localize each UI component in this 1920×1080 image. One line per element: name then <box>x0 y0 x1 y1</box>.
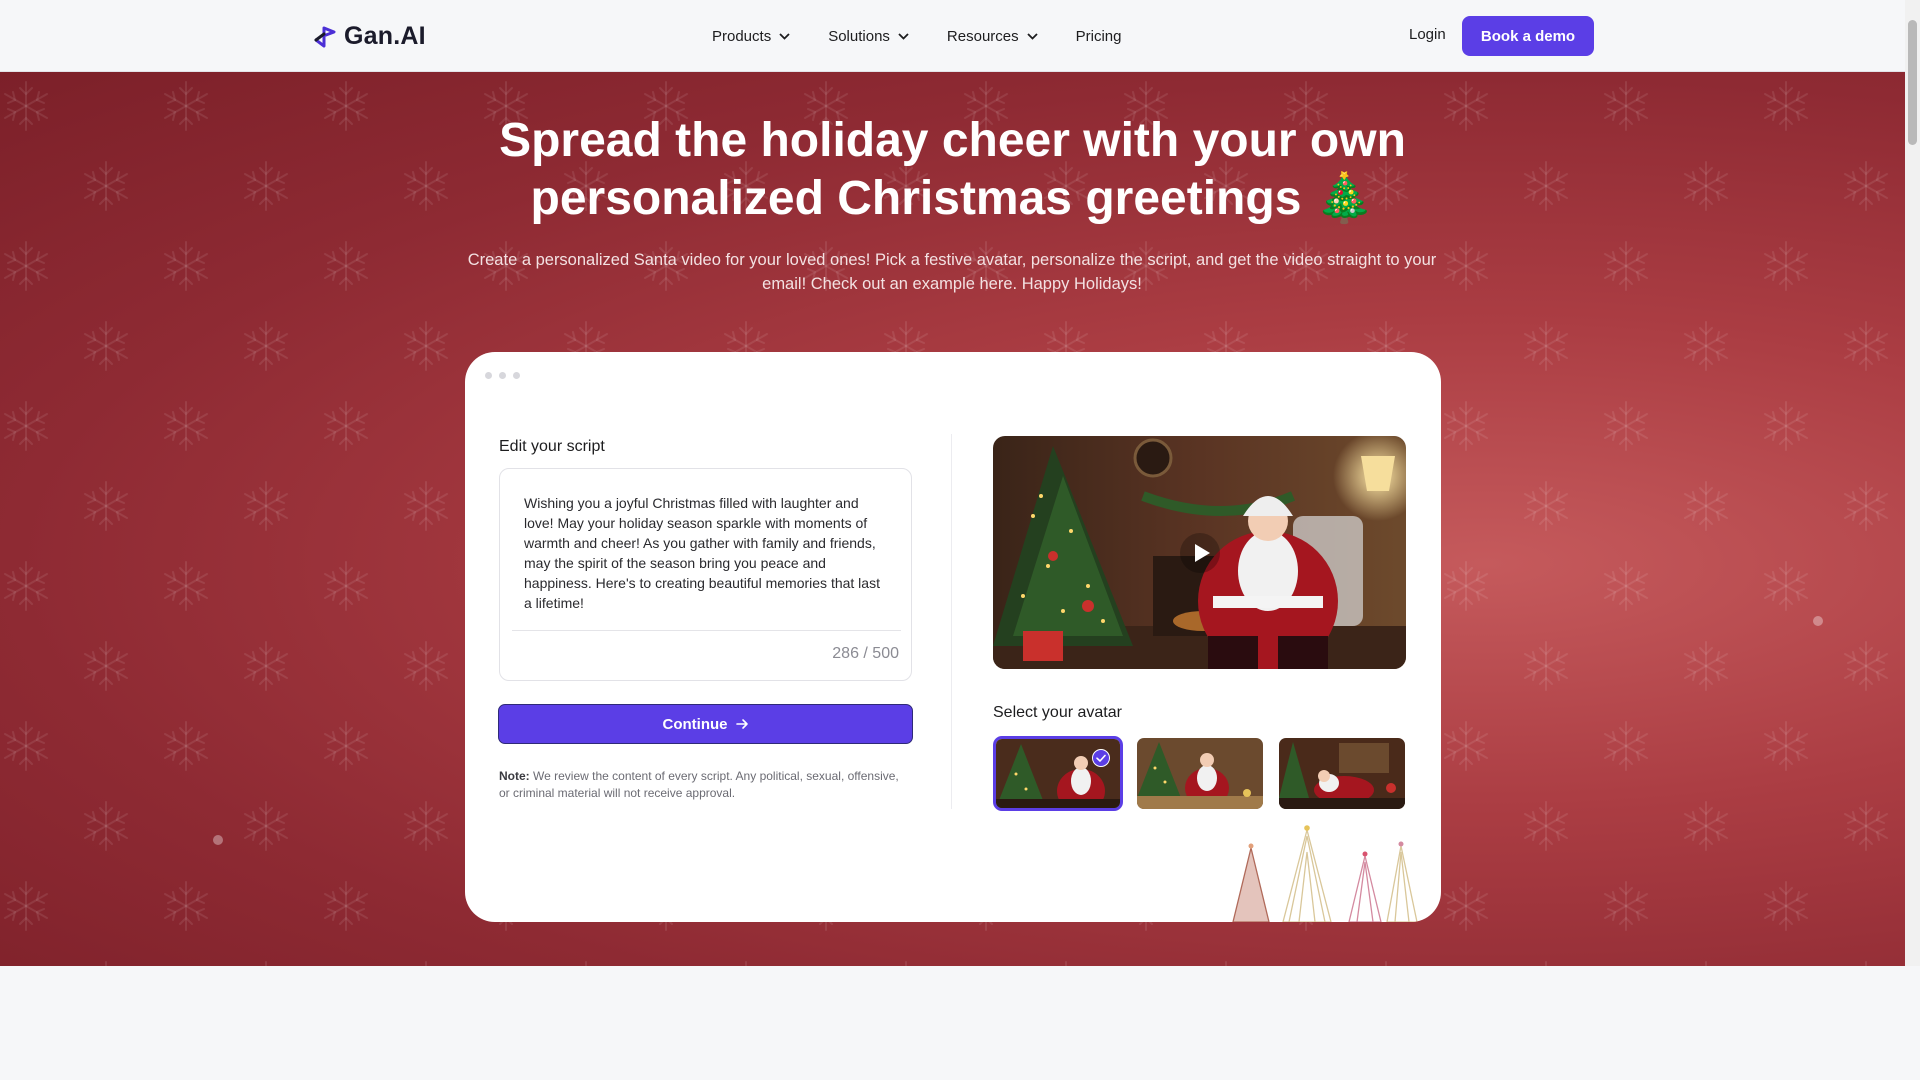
hero-section: Spread the holiday cheer with your own p… <box>0 72 1905 966</box>
avatar-picker <box>993 736 1407 811</box>
chevron-down-icon <box>779 32 790 40</box>
christmas-tree-icon <box>1232 825 1418 922</box>
nav-solutions-label: Solutions <box>828 27 890 45</box>
review-note: Note: We review the content of every scr… <box>499 768 899 802</box>
check-icon <box>1092 749 1110 767</box>
nav-solutions[interactable]: Solutions <box>828 28 909 45</box>
window-dot <box>513 372 520 379</box>
page-scrollbar[interactable] <box>1905 0 1920 966</box>
avatar-option-1[interactable] <box>993 736 1123 811</box>
book-demo-button[interactable]: Book a demo <box>1462 16 1594 56</box>
chevron-down-icon <box>1026 32 1038 40</box>
character-counter: 286 / 500 <box>832 645 899 662</box>
nav-products-label: Products <box>712 27 772 45</box>
nav-resources[interactable]: Resources <box>947 28 1038 45</box>
nav-pricing[interactable]: Pricing <box>1076 28 1122 45</box>
window-dots <box>485 372 520 379</box>
arrow-right-icon <box>735 719 748 729</box>
nav-resources-label: Resources <box>946 27 1019 45</box>
avatar-option-3[interactable] <box>1277 736 1407 811</box>
brand-name: Gan.AI <box>344 22 426 50</box>
script-textarea[interactable]: Wishing you a joyful Christmas filled wi… <box>524 493 889 613</box>
hero-title-line-1: Spread the holiday cheer with your own <box>499 114 1406 167</box>
nav-products[interactable]: Products <box>712 28 790 45</box>
script-editor[interactable]: Wishing you a joyful Christmas filled wi… <box>499 468 912 681</box>
window-dot <box>485 372 492 379</box>
continue-label: Continue <box>662 715 728 733</box>
avatar-thumbnail <box>1137 738 1263 809</box>
script-divider <box>512 630 901 631</box>
avatar-thumbnail <box>1279 738 1405 809</box>
logo-icon <box>314 26 336 47</box>
hero-title: Spread the holiday cheer with your own p… <box>0 112 1905 228</box>
hero-subtitle: Create a personalized Santa video for yo… <box>467 251 1437 293</box>
avatar-option-2[interactable] <box>1135 736 1265 811</box>
window-dot <box>499 372 506 379</box>
play-icon[interactable] <box>1179 532 1221 574</box>
login-link[interactable]: Login <box>1409 26 1446 43</box>
santa-video-preview[interactable] <box>993 436 1406 669</box>
nav-menu: Products Solutions Resources Pricing <box>712 0 1121 72</box>
column-divider <box>951 434 952 809</box>
note-label: Note: <box>499 769 530 783</box>
edit-script-label: Edit your script <box>499 438 605 455</box>
note-text: We review the content of every script. A… <box>499 769 899 800</box>
scrollbar-thumb[interactable] <box>1908 20 1917 145</box>
select-avatar-label: Select your avatar <box>993 704 1122 721</box>
hero-title-line-2: personalized Christmas greetings 🎄 <box>530 172 1375 225</box>
greeting-builder-card: Edit your script Wishing you a joyful Ch… <box>465 352 1441 922</box>
continue-button[interactable]: Continue <box>498 704 913 744</box>
top-navbar: Gan.AI Products Solutions Resources Pric… <box>0 0 1905 72</box>
nav-pricing-label: Pricing <box>1075 27 1122 45</box>
chevron-down-icon <box>898 32 909 40</box>
brand-logo[interactable]: Gan.AI <box>312 22 426 51</box>
